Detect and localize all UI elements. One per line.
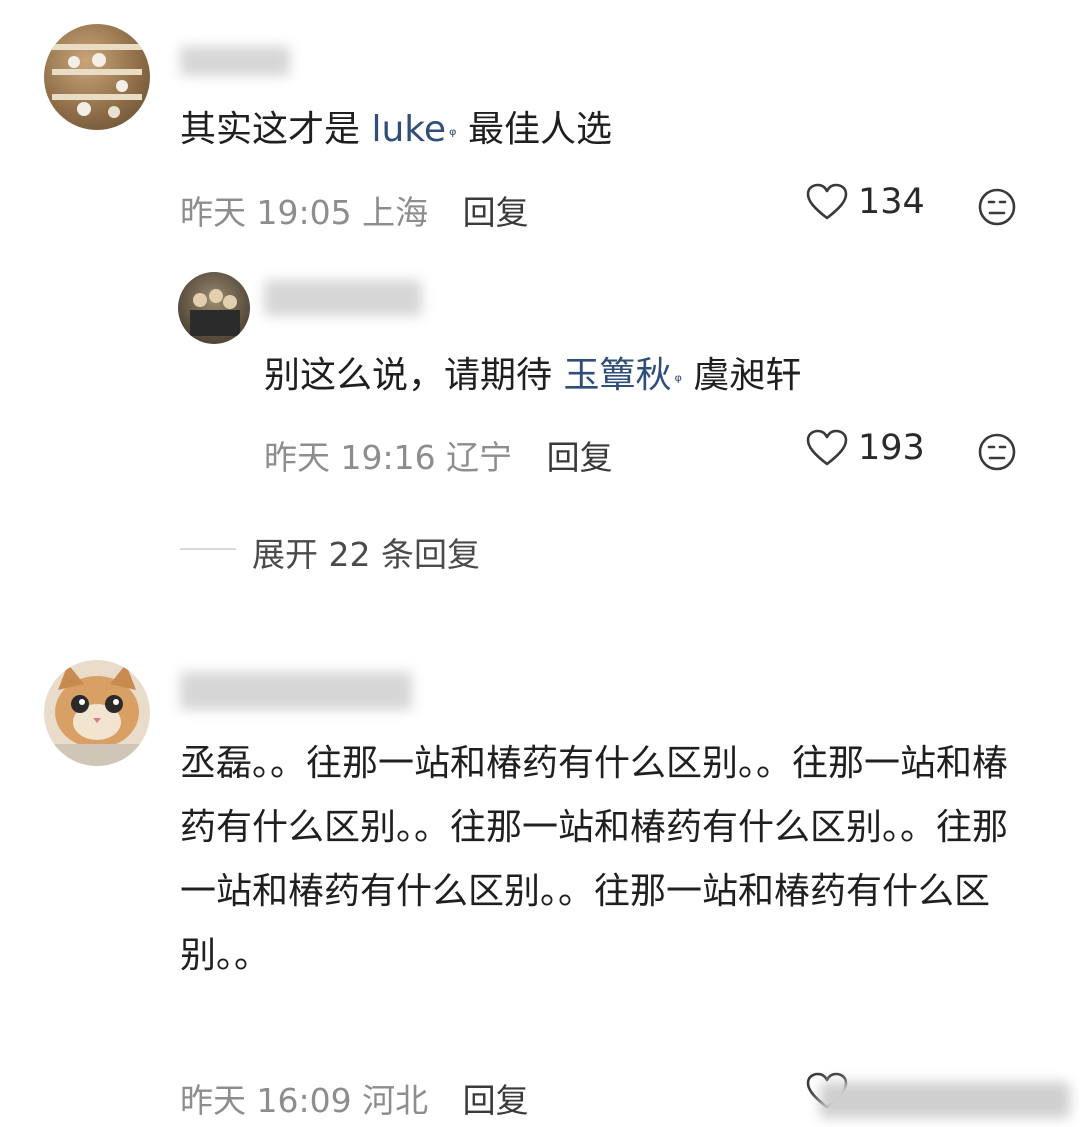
- timestamp: 昨天 19:16: [264, 438, 436, 477]
- like-button[interactable]: 134: [806, 182, 925, 222]
- reply-meta: 昨天 19:16 辽宁 回复: [264, 431, 613, 479]
- reply-button[interactable]: 回复: [547, 438, 613, 477]
- reply-user-avatar[interactable]: [178, 272, 250, 344]
- expand-divider-line: [180, 548, 236, 550]
- location: 河北: [362, 1081, 429, 1120]
- topic-link[interactable]: 玉簟秋 ᵠ: [563, 355, 682, 396]
- reply-button[interactable]: 回复: [463, 193, 529, 232]
- username-blurred[interactable]: [180, 672, 412, 710]
- comment-text: 其实这才是 luke ᵠ 最佳人选: [180, 109, 612, 150]
- location: 上海: [362, 193, 429, 232]
- reply-text: 别这么说，请期待 玉簟秋 ᵠ 虞昶轩: [264, 355, 802, 396]
- cat-avatar-image: [44, 664, 150, 766]
- dislike-button[interactable]: [976, 431, 1018, 473]
- comment-text: 丞磊。。往那一站和椿药有什么区别。。往那一站和椿药有什么区别。。往那一站和椿药有…: [180, 743, 1009, 976]
- reply-button[interactable]: 回复: [463, 1081, 529, 1120]
- group-photo-image: [190, 289, 240, 336]
- user-avatar[interactable]: [44, 24, 150, 130]
- magnifier-icon: ᵠ: [674, 371, 682, 392]
- reply-username-blurred[interactable]: [264, 280, 422, 316]
- like-count: 134: [858, 182, 925, 222]
- location: 辽宁: [446, 438, 513, 477]
- magnifier-icon: ᵠ: [449, 125, 457, 146]
- heart-icon: [806, 183, 848, 220]
- dislike-button[interactable]: [976, 186, 1018, 228]
- shop-shelf-image: [52, 44, 142, 118]
- comment-meta: 昨天 16:09 河北 回复: [180, 1074, 529, 1122]
- watermark-overlay: [820, 1082, 1070, 1118]
- like-button[interactable]: 193: [806, 428, 925, 468]
- username-blurred[interactable]: [180, 46, 290, 76]
- timestamp: 昨天 19:05: [180, 193, 352, 232]
- timestamp: 昨天 16:09: [180, 1081, 352, 1120]
- topic-link[interactable]: luke ᵠ: [371, 109, 456, 150]
- expand-replies-button[interactable]: 展开 22 条回复: [252, 528, 480, 576]
- user-avatar[interactable]: [44, 660, 150, 766]
- like-count: 193: [858, 428, 925, 468]
- neutral-face-icon: [978, 433, 1016, 471]
- heart-icon: [806, 429, 848, 466]
- comment-meta: 昨天 19:05 上海 回复: [180, 186, 529, 234]
- neutral-face-icon: [978, 188, 1016, 226]
